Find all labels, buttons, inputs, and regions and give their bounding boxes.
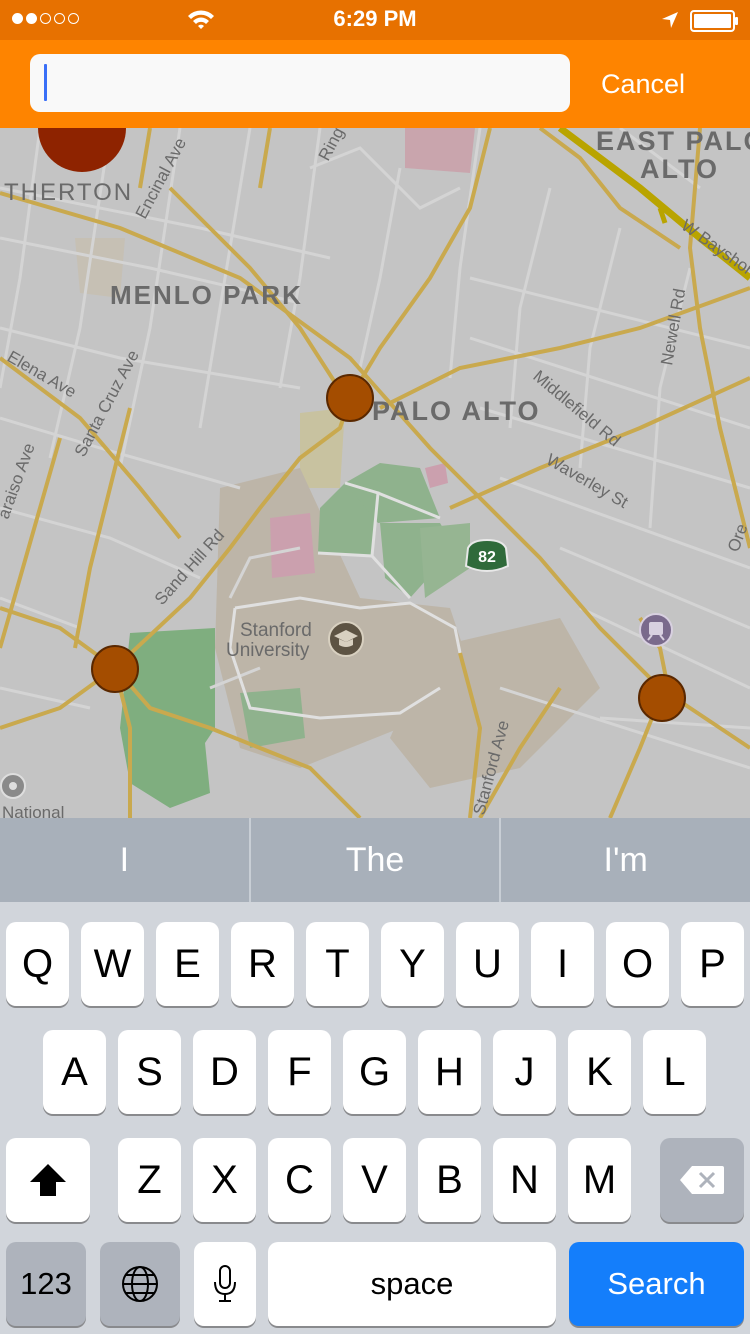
cancel-button[interactable]: Cancel <box>586 64 700 104</box>
key-r[interactable]: R <box>231 922 294 1006</box>
key-a[interactable]: A <box>43 1030 106 1114</box>
search-input[interactable] <box>30 54 570 112</box>
key-d[interactable]: D <box>193 1030 256 1114</box>
key-m[interactable]: M <box>568 1138 631 1222</box>
route-82-label: 82 <box>478 549 496 566</box>
poi-icon[interactable] <box>0 773 26 799</box>
key-o[interactable]: O <box>606 922 669 1006</box>
keyboard: Q W E R T Y U I O P A S D F G H J K L Z … <box>0 902 750 1334</box>
search-key[interactable]: Search <box>569 1242 744 1326</box>
map-pin[interactable] <box>638 674 686 722</box>
battery-icon <box>690 10 740 37</box>
location-arrow-icon <box>660 10 680 35</box>
graduation-cap-icon <box>328 621 364 657</box>
search-header: Cancel <box>0 40 750 128</box>
key-y[interactable]: Y <box>381 922 444 1006</box>
map-view[interactable]: EAST PALO ALTO THERTON MENLO PARK PALO A… <box>0 128 750 818</box>
key-z[interactable]: Z <box>118 1138 181 1222</box>
key-w[interactable]: W <box>81 922 144 1006</box>
key-l[interactable]: L <box>643 1030 706 1114</box>
train-station-icon[interactable] <box>639 613 673 647</box>
shift-icon <box>30 1164 66 1196</box>
key-f[interactable]: F <box>268 1030 331 1114</box>
globe-key[interactable] <box>100 1242 180 1326</box>
label-stanford-1: Stanford <box>240 620 312 641</box>
status-bar: 6:29 PM <box>0 0 750 40</box>
microphone-icon <box>214 1265 236 1302</box>
key-h[interactable]: H <box>418 1030 481 1114</box>
label-menlo-park: MENLO PARK <box>110 280 303 310</box>
key-u[interactable]: U <box>456 922 519 1006</box>
map-pin[interactable] <box>326 374 374 422</box>
key-i[interactable]: I <box>531 922 594 1006</box>
suggestion-3[interactable]: I'm <box>501 818 750 902</box>
key-t[interactable]: T <box>306 922 369 1006</box>
globe-icon <box>122 1266 158 1302</box>
numbers-key[interactable]: 123 <box>6 1242 86 1326</box>
shift-key[interactable] <box>6 1138 90 1222</box>
text-cursor <box>44 64 47 101</box>
predictive-text-bar: I The I'm <box>0 818 750 902</box>
key-j[interactable]: J <box>493 1030 556 1114</box>
key-c[interactable]: C <box>268 1138 331 1222</box>
key-x[interactable]: X <box>193 1138 256 1222</box>
label-stanford-2: University <box>226 640 310 661</box>
clock: 6:29 PM <box>333 6 417 31</box>
key-k[interactable]: K <box>568 1030 631 1114</box>
key-n[interactable]: N <box>493 1138 556 1222</box>
suggestion-1[interactable]: I <box>0 818 249 902</box>
key-s[interactable]: S <box>118 1030 181 1114</box>
key-g[interactable]: G <box>343 1030 406 1114</box>
map-pin[interactable] <box>91 645 139 693</box>
key-e[interactable]: E <box>156 922 219 1006</box>
key-b[interactable]: B <box>418 1138 481 1222</box>
highway-shield-icon: 82 <box>464 538 510 572</box>
label-atherton: THERTON <box>4 179 133 206</box>
key-v[interactable]: V <box>343 1138 406 1222</box>
suggestion-2[interactable]: The <box>251 818 500 902</box>
label-palo-alto: PALO ALTO <box>372 396 541 426</box>
microphone-key[interactable] <box>194 1242 256 1326</box>
space-key[interactable]: space <box>268 1242 556 1326</box>
key-p[interactable]: P <box>681 922 744 1006</box>
label-national: National <box>2 803 64 818</box>
label-east-palo-alto-1: EAST PALO <box>596 128 750 156</box>
key-q[interactable]: Q <box>6 922 69 1006</box>
backspace-key[interactable] <box>660 1138 744 1222</box>
backspace-icon <box>680 1166 724 1194</box>
label-east-palo-alto-2: ALTO <box>640 154 719 184</box>
